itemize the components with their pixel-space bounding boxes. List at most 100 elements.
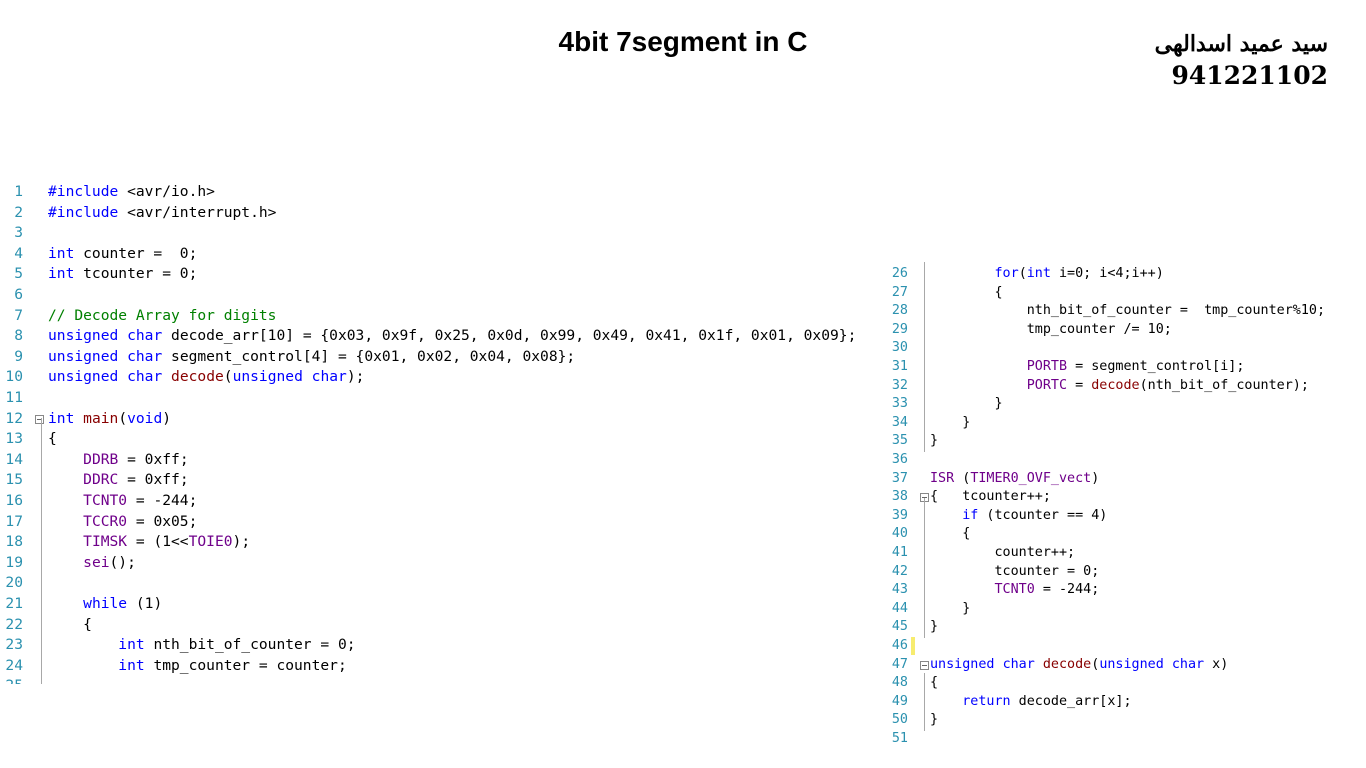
author-block: سید عمید اسدالهی 941221102 — [1155, 28, 1328, 92]
code-text: TCNT0 = -244; — [48, 491, 197, 512]
code-token: void — [127, 409, 163, 427]
line-number: 16 — [5, 492, 23, 509]
code-token: // Decode Array for digits — [48, 306, 277, 324]
code-token: tcounter = 0; — [74, 265, 198, 283]
code-token: int — [48, 265, 75, 283]
code-token: sei — [83, 553, 110, 571]
line-number: 31 — [891, 359, 908, 374]
code-token: } — [930, 396, 1003, 412]
code-token: PORTC — [1026, 377, 1068, 393]
code-token: = -244; — [1034, 582, 1100, 598]
code-text: tmp_counter /= 10; — [930, 321, 1172, 340]
code-text: } — [930, 618, 938, 637]
code-text: TIMSK = (1<<TOIE0); — [48, 532, 250, 553]
line-number: 49 — [891, 693, 908, 709]
code-token: nth_bit_of_counter = tmp_counter%10; — [930, 303, 1326, 319]
collapse-toggle-icon[interactable] — [920, 660, 929, 670]
code-token: { — [48, 430, 57, 448]
code-text: int tmp_counter = counter; — [48, 656, 346, 677]
line-number: 51 — [891, 731, 908, 742]
code-token: decode — [1042, 656, 1092, 672]
code-token: #include — [48, 203, 128, 221]
code-token: <avr/io.h> — [127, 183, 215, 200]
line-number: 19 — [5, 553, 23, 571]
code-text: DDRC = 0xff; — [48, 470, 188, 491]
code-token: #include — [48, 183, 128, 200]
code-token: char — [1002, 656, 1035, 672]
code-panel-right[interactable]: 26 for(int i=0; i<4;i++) 27 {28 nth_bit_o… — [880, 262, 1340, 742]
line-number: 15 — [5, 471, 23, 489]
scope-guide-line — [41, 418, 42, 684]
code-text: PORTB = segment_control[i]; — [930, 358, 1245, 377]
code-token: decode_arr[10] = {0x03, 0x9f, 0x25, 0x0d… — [162, 327, 857, 345]
code-token: TCCR0 — [83, 512, 128, 530]
code-text: counter++; — [930, 544, 1075, 563]
code-token: { — [930, 675, 939, 691]
code-token: decode — [171, 368, 224, 386]
code-text: { — [930, 525, 970, 544]
code-token: counter = 0; — [74, 244, 198, 262]
line-number: 27 — [891, 284, 908, 300]
code-token: } — [930, 433, 939, 449]
code-token: TCNT0 — [994, 582, 1035, 598]
code-text: } — [930, 395, 1003, 414]
code-text: #include <avr/io.h> — [48, 182, 215, 203]
line-number: 45 — [891, 619, 908, 635]
code-token: ( — [1018, 266, 1027, 281]
code-text: #include <avr/interrupt.h> — [48, 203, 276, 224]
line-number: 32 — [891, 377, 908, 393]
code-token: tcounter = 0; — [930, 563, 1100, 579]
code-token: (tcounter == 4) — [978, 507, 1108, 523]
code-token: i=0; i<4;i++) — [1050, 266, 1164, 281]
code-token: decode_arr[x]; — [1010, 693, 1132, 709]
line-number: 2 — [14, 203, 23, 221]
code-token: = segment_control[i]; — [1067, 359, 1245, 374]
line-number: 46 — [891, 638, 908, 653]
line-number: 8 — [14, 327, 23, 345]
code-text: } — [930, 414, 970, 433]
line-number: 40 — [891, 526, 908, 542]
line-number: 1 — [14, 183, 23, 200]
code-token: unsigned — [1099, 656, 1164, 672]
code-token: ) — [1091, 470, 1100, 486]
line-number: 37 — [891, 470, 908, 486]
code-token: ); — [346, 368, 365, 386]
code-token: DDRC — [83, 471, 119, 489]
code-token: unsigned — [232, 368, 303, 386]
code-token: unsigned — [48, 368, 119, 386]
code-text: { — [48, 615, 92, 636]
collapse-toggle-icon[interactable] — [35, 414, 44, 424]
code-token: char — [127, 347, 163, 365]
code-text: while (1) — [48, 594, 162, 615]
code-token: TIMER0_OVF_vect — [970, 470, 1092, 486]
code-token: = -244; — [127, 492, 198, 509]
code-token: = — [1067, 377, 1092, 393]
code-token: char — [127, 327, 163, 345]
code-token: unsigned — [48, 327, 119, 345]
code-token: ISR — [930, 470, 955, 486]
line-number: 36 — [891, 452, 908, 467]
code-text: PORTC = decode(nth_bit_of_counter); — [930, 377, 1309, 396]
code-token: DDRB — [83, 450, 119, 468]
code-text: nth_bit_of_counter = tmp_counter%10; — [930, 302, 1325, 321]
code-text: sei(); — [48, 553, 136, 574]
line-number: 5 — [14, 265, 23, 283]
code-panel-left[interactable]: 1 #include <avr/io.h> 2 #include <avr/inter… — [0, 182, 860, 684]
code-token: TIMSK — [83, 533, 128, 551]
code-token: ); — [232, 533, 251, 551]
code-token: unsigned — [930, 656, 995, 672]
code-token: counter++; — [930, 545, 1076, 560]
